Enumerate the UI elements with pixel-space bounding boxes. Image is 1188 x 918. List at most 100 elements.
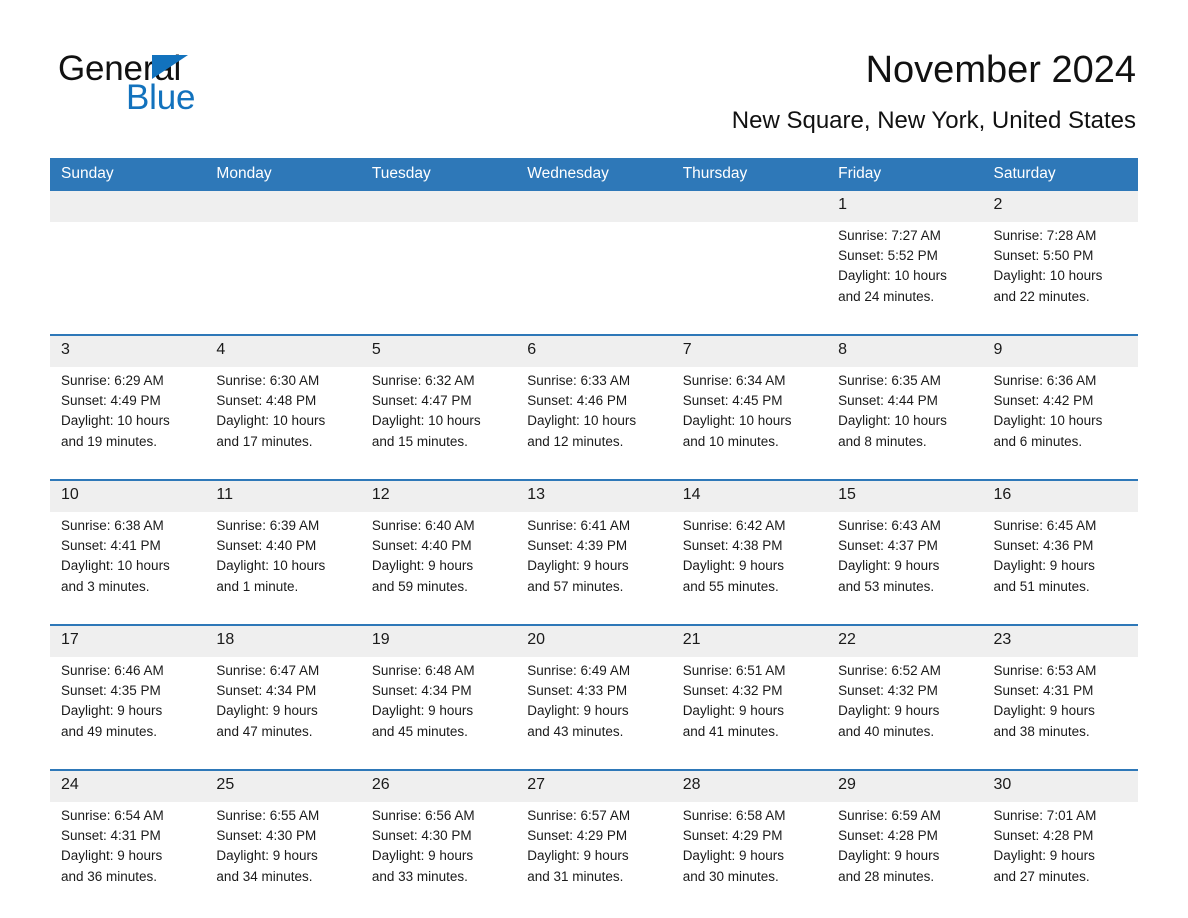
daylight-text-line1: Daylight: 10 hours [61, 413, 170, 429]
day-number-empty [360, 191, 517, 222]
day-cell[interactable]: Sunrise: 6:39 AM Sunset: 4:40 PM Daylight:… [205, 512, 361, 626]
sunrise-text: Sunrise: 6:42 AM [682, 518, 786, 533]
day-number[interactable]: 24 [50, 770, 206, 802]
day-cell[interactable]: Sunrise: 6:32 AM Sunset: 4:47 PM Daylight:… [360, 367, 517, 481]
sunrise-text: Sunrise: 6:38 AM [61, 518, 164, 533]
day-number[interactable]: 30 [982, 770, 1138, 802]
calendar-table: Sunday Monday Tuesday Wednesday Thursday… [50, 158, 1138, 914]
sunset-text: Sunset: 5:50 PM [993, 248, 1094, 264]
day-cell[interactable]: Sunrise: 6:56 AM Sunset: 4:30 PM Daylight:… [360, 802, 517, 914]
daylight-text-line2: and 17 minutes. [216, 433, 313, 449]
day-cell[interactable]: Sunrise: 6:58 AM Sunset: 4:29 PM Daylight:… [671, 802, 828, 914]
day-details: Sunrise: 6:42 AM Sunset: 4:38 PM Daylight:… [683, 516, 819, 597]
day-number[interactable]: 28 [671, 770, 828, 802]
day-number[interactable]: 4 [205, 335, 361, 367]
day-cell[interactable]: Sunrise: 6:45 AM Sunset: 4:36 PM Daylight:… [982, 512, 1138, 626]
daylight-text-line1: Daylight: 10 hours [838, 413, 947, 429]
general-blue-logo[interactable]: General Blue [58, 50, 318, 122]
day-cell[interactable]: Sunrise: 6:55 AM Sunset: 4:30 PM Daylight:… [205, 802, 361, 914]
day-number[interactable]: 18 [205, 625, 361, 657]
day-cell[interactable]: Sunrise: 6:41 AM Sunset: 4:39 PM Daylight:… [516, 512, 672, 626]
day-number[interactable]: 14 [671, 480, 828, 512]
day-number[interactable]: 15 [827, 480, 983, 512]
day-cell[interactable]: Sunrise: 6:46 AM Sunset: 4:35 PM Daylight:… [50, 657, 206, 771]
day-cell[interactable]: Sunrise: 6:35 AM Sunset: 4:44 PM Daylight:… [827, 367, 983, 481]
day-number-empty [516, 191, 672, 222]
sunset-text: Sunset: 4:47 PM [371, 393, 472, 409]
day-cell[interactable]: Sunrise: 7:01 AM Sunset: 4:28 PM Daylight:… [982, 802, 1138, 914]
day-number[interactable]: 6 [516, 335, 672, 367]
day-cell[interactable]: Sunrise: 7:28 AM Sunset: 5:50 PM Daylight:… [982, 222, 1138, 336]
day-number[interactable]: 7 [671, 335, 828, 367]
day-number[interactable]: 22 [827, 625, 983, 657]
day-details: Sunrise: 7:27 AM Sunset: 5:52 PM Daylight:… [838, 226, 974, 307]
day-number[interactable]: 13 [516, 480, 672, 512]
sunrise-text: Sunrise: 6:53 AM [993, 663, 1097, 678]
day-cell[interactable]: Sunrise: 6:40 AM Sunset: 4:40 PM Daylight:… [360, 512, 517, 626]
sunrise-text: Sunrise: 7:27 AM [838, 228, 941, 243]
sunset-text: Sunset: 4:40 PM [371, 538, 472, 554]
day-cell[interactable]: Sunrise: 6:48 AM Sunset: 4:34 PM Daylight:… [360, 657, 517, 771]
day-number[interactable]: 2 [982, 191, 1138, 222]
day-number[interactable]: 1 [827, 191, 983, 222]
day-details: Sunrise: 6:45 AM Sunset: 4:36 PM Daylight:… [994, 516, 1130, 597]
day-cell[interactable]: Sunrise: 6:36 AM Sunset: 4:42 PM Daylight:… [982, 367, 1138, 481]
day-number[interactable]: 21 [671, 625, 828, 657]
day-number[interactable]: 10 [50, 480, 206, 512]
day-number[interactable]: 3 [50, 335, 206, 367]
sunrise-text: Sunrise: 6:29 AM [61, 373, 164, 388]
daylight-text-line2: and 45 minutes. [371, 723, 468, 739]
day-cell[interactable]: Sunrise: 6:34 AM Sunset: 4:45 PM Daylight:… [671, 367, 828, 481]
day-number[interactable]: 11 [205, 480, 361, 512]
day-number[interactable]: 25 [205, 770, 361, 802]
day-number[interactable]: 29 [827, 770, 983, 802]
day-number[interactable]: 12 [360, 480, 517, 512]
day-number[interactable]: 23 [982, 625, 1138, 657]
daylight-text-line1: Daylight: 9 hours [838, 848, 940, 864]
week-date-row: 24 25 26 27 28 29 30 [50, 770, 1138, 802]
day-number[interactable]: 27 [516, 770, 672, 802]
day-cell[interactable]: Sunrise: 6:29 AM Sunset: 4:49 PM Daylight:… [50, 367, 206, 481]
day-cell[interactable]: Sunrise: 6:30 AM Sunset: 4:48 PM Daylight:… [205, 367, 361, 481]
day-number[interactable]: 16 [982, 480, 1138, 512]
sunset-text: Sunset: 4:41 PM [61, 538, 161, 554]
day-cell[interactable]: Sunrise: 6:38 AM Sunset: 4:41 PM Daylight:… [50, 512, 206, 626]
day-number-empty [50, 191, 206, 222]
daylight-text-line2: and 36 minutes. [61, 868, 158, 884]
day-cell[interactable]: Sunrise: 6:59 AM Sunset: 4:28 PM Daylight:… [827, 802, 983, 914]
daylight-text-line1: Daylight: 9 hours [61, 703, 163, 719]
daylight-text-line1: Daylight: 9 hours [527, 703, 629, 719]
sunset-text: Sunset: 4:42 PM [993, 393, 1094, 409]
day-number[interactable]: 8 [827, 335, 983, 367]
day-cell[interactable]: Sunrise: 6:51 AM Sunset: 4:32 PM Daylight:… [671, 657, 828, 771]
day-number[interactable]: 26 [360, 770, 517, 802]
sunrise-text: Sunrise: 6:58 AM [682, 808, 786, 823]
day-cell[interactable]: Sunrise: 6:52 AM Sunset: 4:32 PM Daylight:… [827, 657, 983, 771]
daylight-text-line2: and 22 minutes. [993, 288, 1090, 304]
day-cell[interactable]: Sunrise: 6:33 AM Sunset: 4:46 PM Daylight:… [516, 367, 672, 481]
day-cell[interactable]: Sunrise: 6:43 AM Sunset: 4:37 PM Daylight:… [827, 512, 983, 626]
day-number[interactable]: 17 [50, 625, 206, 657]
day-details: Sunrise: 6:49 AM Sunset: 4:33 PM Daylight:… [527, 661, 663, 742]
day-number[interactable]: 19 [360, 625, 517, 657]
day-cell[interactable]: Sunrise: 6:42 AM Sunset: 4:38 PM Daylight:… [671, 512, 828, 626]
sunrise-text: Sunrise: 6:52 AM [838, 663, 941, 678]
day-cell[interactable]: Sunrise: 6:57 AM Sunset: 4:29 PM Daylight:… [516, 802, 672, 914]
day-cell[interactable]: Sunrise: 6:54 AM Sunset: 4:31 PM Daylight:… [50, 802, 206, 914]
day-cell[interactable]: Sunrise: 6:53 AM Sunset: 4:31 PM Daylight:… [982, 657, 1138, 771]
daylight-text-line1: Daylight: 10 hours [838, 268, 947, 284]
day-number[interactable]: 20 [516, 625, 672, 657]
daylight-text-line1: Daylight: 10 hours [61, 558, 170, 574]
sunrise-text: Sunrise: 6:40 AM [371, 518, 475, 533]
day-number[interactable]: 9 [982, 335, 1138, 367]
page-subtitle: New Square, New York, United States [731, 107, 1136, 134]
day-details: Sunrise: 6:56 AM Sunset: 4:30 PM Daylight:… [372, 806, 508, 887]
daylight-text-line2: and 19 minutes. [61, 433, 158, 449]
sunset-text: Sunset: 4:29 PM [682, 828, 783, 844]
day-number[interactable]: 5 [360, 335, 517, 367]
day-cell[interactable]: Sunrise: 6:47 AM Sunset: 4:34 PM Daylight:… [205, 657, 361, 771]
day-cell[interactable]: Sunrise: 6:49 AM Sunset: 4:33 PM Daylight:… [516, 657, 672, 771]
day-cell[interactable]: Sunrise: 7:27 AM Sunset: 5:52 PM Daylight:… [827, 222, 983, 336]
daylight-text-line2: and 12 minutes. [527, 433, 624, 449]
sunrise-text: Sunrise: 6:59 AM [838, 808, 941, 823]
